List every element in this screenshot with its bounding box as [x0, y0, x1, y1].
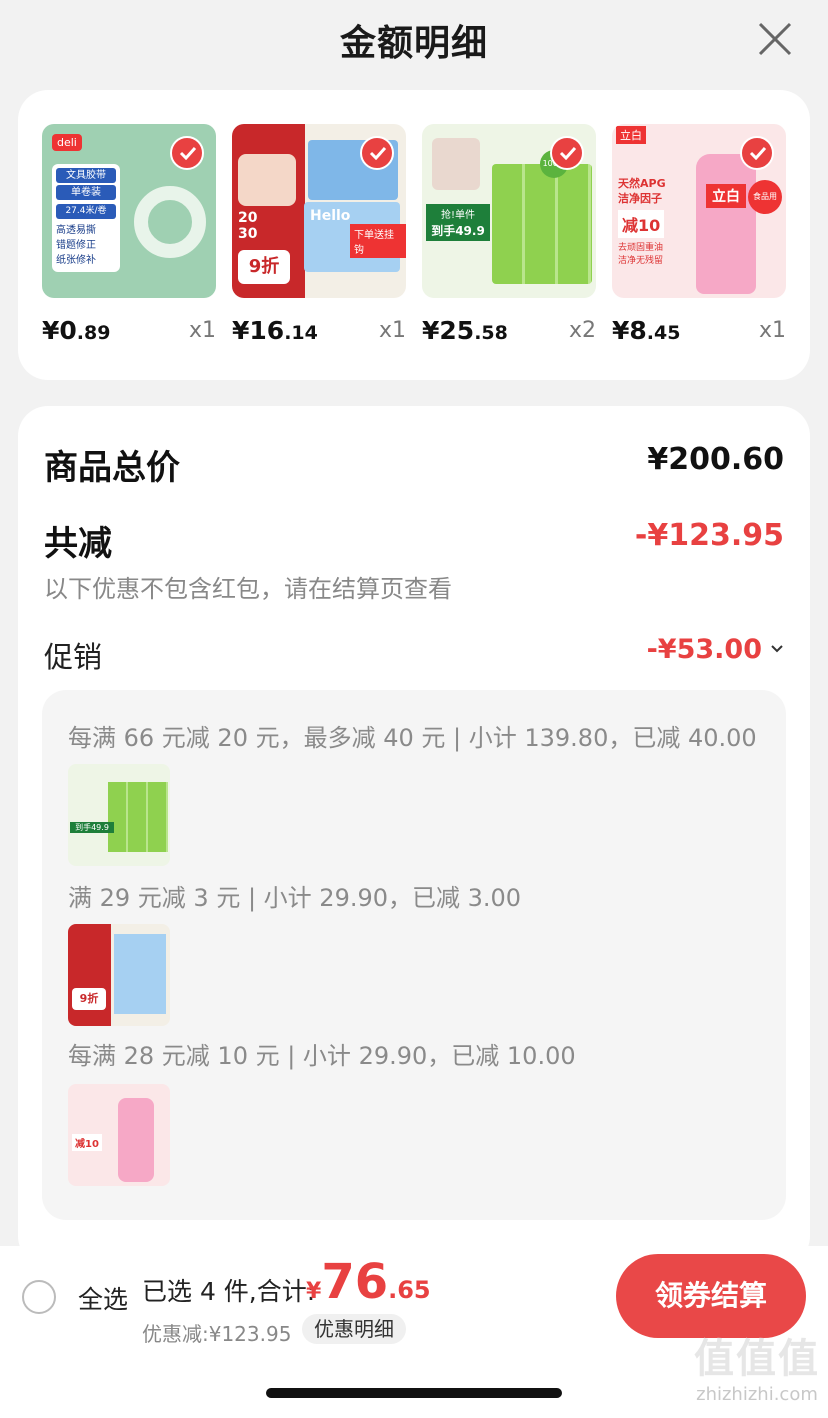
total-price-value: ¥200.60 — [647, 442, 784, 477]
brand-logo: deli — [52, 134, 82, 151]
brand-logo: 立白 — [616, 126, 646, 144]
selected-check-icon[interactable] — [740, 136, 774, 170]
bottle-logo: 立白 — [706, 184, 746, 208]
promotion-product-thumbnail: 到手49.9 — [68, 764, 170, 866]
home-indicator[interactable] — [266, 1388, 562, 1398]
thumb-badge: 食品用 — [748, 180, 782, 214]
thumb-label: 纸张修补 — [56, 255, 96, 266]
tape-roll-image — [134, 186, 206, 258]
total-amount: ¥76.65 — [306, 1254, 431, 1310]
chevron-down-icon[interactable] — [770, 644, 784, 654]
thumb-label: 到手49.9 — [426, 220, 490, 241]
person-image — [432, 138, 480, 190]
thumb-label: 天然APG — [618, 177, 666, 190]
tissue-pack-image — [114, 934, 166, 1014]
product-item[interactable]: 抢!单件 到手49.9 100% ¥25.58 x2 — [422, 124, 596, 352]
thumb-label: 错题修正 — [56, 240, 96, 251]
promotion-details: 每满 66 元减 20 元，最多减 40 元 | 小计 139.80，已减 40… — [42, 690, 786, 1220]
selected-check-icon[interactable] — [170, 136, 204, 170]
promotion-label: 促销 — [44, 640, 103, 674]
selected-check-icon[interactable] — [360, 136, 394, 170]
promotion-rule: 每满 28 元减 10 元 | 小计 29.90，已减 10.00 — [68, 1042, 576, 1070]
thumb-label: 减10 — [72, 1134, 102, 1151]
product-price: ¥16.14 — [232, 316, 318, 345]
thumb-label: 单卷装 — [56, 185, 116, 200]
thumb-label: 27.4米/卷 — [56, 204, 116, 219]
page-title: 金额明细 — [339, 23, 488, 64]
watermark-url: zhizhizhi.com — [696, 1384, 818, 1405]
discount-summary: 优惠减:¥123.95 — [142, 1322, 292, 1346]
promotion-rule: 每满 66 元减 20 元，最多减 40 元 | 小计 139.80，已减 40… — [68, 724, 757, 752]
person-image — [238, 154, 296, 206]
thumb-label: 洁净因子 — [618, 192, 662, 205]
selected-check-icon[interactable] — [550, 136, 584, 170]
thumb-label: 去顽固重油 — [618, 243, 664, 253]
thumb-label: 减10 — [618, 210, 665, 238]
thumb-label: 30 — [238, 226, 258, 242]
discount-detail-button[interactable]: 优惠明细 — [302, 1314, 406, 1344]
thumb-label: 20 — [238, 210, 258, 226]
product-quantity: x1 — [188, 318, 216, 343]
product-thumbnail: 立白 天然APG 洁净因子 减10 去顽固重油 洁净无残留 立白 食品用 — [612, 124, 786, 298]
thumb-label: 文具胶带 — [56, 168, 116, 183]
selected-count-label: 已选 4 件,合计: — [142, 1277, 316, 1306]
discount-badge: 9折 — [238, 250, 290, 284]
product-quantity: x1 — [758, 318, 786, 343]
thumb-label: 高透易撕 — [56, 225, 96, 236]
bottle-image — [696, 154, 756, 294]
bottle-image — [118, 1098, 154, 1182]
product-list-card: deli 文具胶带 单卷装 27.4米/卷 高透易撕 错题修正 纸张修补 ¥0.… — [18, 90, 810, 380]
promotion-rule: 满 29 元减 3 元 | 小计 29.90，已减 3.00 — [68, 884, 522, 912]
watermark-logo: 值值值 — [694, 1336, 820, 1382]
product-item[interactable]: 20 30 9折 Hello 下单送挂钩 ¥16.14 x1 — [232, 124, 406, 352]
product-price: ¥8.45 — [612, 316, 681, 345]
red-packet-note: 以下优惠不包含红包，请在结算页查看 — [44, 575, 452, 603]
product-price: ¥0.89 — [42, 316, 111, 345]
product-thumbnail: 20 30 9折 Hello 下单送挂钩 — [232, 124, 406, 298]
watermark: 值值值 zhizhizhi.com — [694, 1326, 820, 1405]
reduction-label: 共减 — [44, 524, 112, 564]
checkout-bar: 全选 已选 4 件,合计: ¥76.65 优惠减:¥123.95 优惠明细 领券… — [0, 1246, 828, 1418]
tissue-pack-image — [108, 782, 168, 852]
product-quantity: x2 — [568, 318, 596, 343]
gift-tag: 下单送挂钩 — [350, 224, 406, 258]
close-icon[interactable] — [758, 22, 792, 56]
thumb-label: 到手49.9 — [70, 822, 114, 833]
product-item[interactable]: deli 文具胶带 单卷装 27.4米/卷 高透易撕 错题修正 纸张修补 ¥0.… — [42, 124, 216, 352]
thumb-label: 洁净无残留 — [618, 256, 664, 266]
product-thumbnail: deli 文具胶带 单卷装 27.4米/卷 高透易撕 错题修正 纸张修补 — [42, 124, 216, 298]
price-detail-card: 商品总价 ¥200.60 共减 -¥123.95 以下优惠不包含红包，请在结算页… — [18, 406, 810, 1266]
total-price-label: 商品总价 — [44, 448, 180, 488]
select-all-label[interactable]: 全选 — [78, 1280, 128, 1316]
discount-badge: 9折 — [72, 988, 106, 1010]
promotion-product-thumbnail: 9折 — [68, 924, 170, 1026]
product-price: ¥25.58 — [422, 316, 508, 345]
promotion-value: -¥53.00 — [646, 634, 762, 665]
product-thumbnail: 抢!单件 到手49.9 100% — [422, 124, 596, 298]
header: 金额明细 — [0, 0, 828, 84]
product-item[interactable]: 立白 天然APG 洁净因子 减10 去顽固重油 洁净无残留 立白 食品用 ¥8.… — [612, 124, 786, 352]
promotion-product-thumbnail: 减10 — [68, 1084, 170, 1186]
product-quantity: x1 — [378, 318, 406, 343]
select-all-radio[interactable] — [22, 1280, 56, 1314]
reduction-value: -¥123.95 — [634, 518, 784, 553]
tissue-pack-image — [492, 164, 592, 284]
